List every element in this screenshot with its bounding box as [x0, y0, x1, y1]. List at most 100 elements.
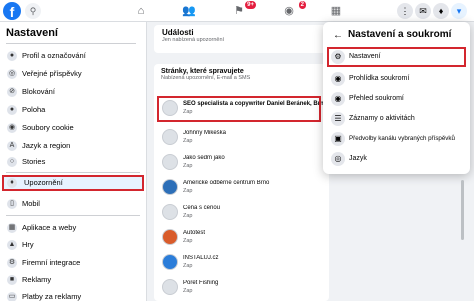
feed-icon: ▣ [331, 132, 345, 146]
sidebar-item-cookies[interactable]: ◉ Soubory cookie [2, 120, 144, 136]
language-icon: A [7, 141, 17, 151]
sidebar-item-location[interactable]: ● Poloha [2, 102, 144, 118]
page-avatar [162, 254, 178, 270]
page-avatar [162, 229, 178, 245]
pages-header: Stránky, které spravujete Nabízená upozo… [161, 68, 250, 81]
lock-icon: ◉ [331, 92, 345, 106]
sidebar-item-label: Firemní integrace [22, 258, 81, 267]
sidebar-item-ads[interactable]: ■ Reklamy [2, 272, 144, 288]
friends-icon[interactable]: 👥 [178, 3, 200, 19]
page-avatar [162, 179, 178, 195]
gaming-icon[interactable]: ▦ [325, 3, 347, 19]
page-name: Autotest [183, 230, 206, 236]
menu-item-label: Záznamy o aktivitách [349, 115, 415, 122]
settings-sidebar: Nastavení ● Profil a označování ◎ Veřejné … [0, 22, 147, 301]
sidebar-item-label: Hry [22, 240, 34, 249]
mobile-icon: ▯ [7, 199, 17, 209]
pages-title: Stránky, které spravujete [161, 68, 244, 75]
flag-icon[interactable]: ⚑ 9+ [228, 1, 256, 19]
menu-item-label: Přehled soukromí [349, 95, 404, 102]
messenger-icon[interactable]: ✉ [415, 3, 431, 19]
menu-item-label: Jazyk [349, 155, 367, 162]
stories-icon: ○ [7, 157, 17, 167]
dropdown-title: Nastavení a soukromí [348, 29, 452, 40]
menu-item-activity-log[interactable]: ☰ Záznamy o aktivitách [327, 109, 466, 129]
sidebar-title: Nastavení [6, 27, 58, 39]
sidebar-item-label: Platby za reklamy [22, 292, 82, 301]
sidebar-item-profile-tagging[interactable]: ● Profil a označování [2, 48, 144, 64]
sidebar-item-notifications[interactable]: ♦ Upozornění [2, 175, 144, 191]
page-status: Zap [183, 288, 193, 294]
pages-subtitle: Nabízená upozornění, E-mail a SMS [161, 75, 251, 81]
notifications-icon[interactable]: ♦ [433, 3, 449, 19]
home-icon[interactable]: ⌂ [130, 3, 152, 19]
page-row[interactable]: Poret Fishing Zap [162, 278, 332, 296]
sidebar-item-label: Reklamy [22, 275, 52, 284]
menu-item-settings[interactable]: ⚙ Nastavení [327, 47, 466, 67]
sidebar-item-label: Soubory cookie [22, 123, 74, 132]
gear-icon: ⚙ [331, 50, 345, 64]
groups-icon[interactable]: ◉ 2 [278, 1, 306, 19]
menu-item-label: Prohlídka soukromí [349, 75, 410, 82]
page-avatar [162, 154, 178, 170]
ads-icon: ■ [7, 275, 17, 285]
page-status: Zap [183, 188, 193, 194]
page-name: Poret Fishing [183, 280, 219, 286]
sidebar-item-label: Aplikace a weby [22, 223, 77, 232]
page-status: Zap [183, 263, 193, 269]
sidebar-item-label: Blokování [22, 87, 55, 96]
sidebar-item-label: Poloha [22, 105, 46, 114]
lock-icon: ◉ [331, 72, 345, 86]
sidebar-divider [6, 43, 136, 44]
sidebar-item-public-posts[interactable]: ◎ Veřejné příspěvky [2, 66, 144, 82]
back-arrow-icon[interactable]: ← [333, 30, 343, 41]
sidebar-item-label: Mobil [22, 199, 40, 208]
games-icon: ▲ [7, 240, 17, 250]
sidebar-item-blocking[interactable]: ⊘ Blokování [2, 84, 144, 100]
page-status: Zap [183, 238, 193, 244]
page-row[interactable]: Jako sedm jako Zap [162, 153, 332, 171]
location-icon: ● [7, 105, 17, 115]
settings-privacy-dropdown: ← Nastavení a soukromí ⚙ Nastavení ◉ Prohl… [323, 22, 470, 174]
sidebar-item-language-region[interactable]: A Jazyk a region [2, 138, 144, 154]
top-navigation-bar: f ⚲ ⌂ 👥 ⚑ 9+ ◉ 2 ▦ ⋮ ✉ ♦ ▾ [0, 0, 474, 22]
sidebar-divider [6, 172, 140, 173]
sidebar-item-apps-websites[interactable]: ▦ Aplikace a weby [2, 220, 144, 236]
sidebar-item-ad-payments[interactable]: ▭ Platby za reklamy [2, 289, 144, 301]
cookie-icon: ◉ [7, 123, 17, 133]
page-row[interactable]: Johnny Mikeška Zap [162, 128, 332, 146]
page-name: Johnny Mikeška [183, 130, 227, 136]
page-status: Zap [183, 213, 193, 219]
events-subtitle: Jen nabízená upozornění [162, 37, 225, 43]
sidebar-item-label: Jazyk a region [22, 141, 71, 150]
menu-item-language[interactable]: ◎ Jazyk [327, 149, 466, 169]
menu-item-privacy-checkup[interactable]: ◉ Prohlídka soukromí [327, 69, 466, 89]
sidebar-item-mobile[interactable]: ▯ Mobil [2, 196, 144, 212]
page-row[interactable]: Cena s cenou Zap [162, 203, 332, 221]
page-scrollbar[interactable] [461, 180, 464, 240]
block-icon: ⊘ [7, 87, 17, 97]
menu-grid-icon[interactable]: ⋮ [397, 3, 413, 19]
menu-item-label: Nastavení [349, 53, 381, 60]
sidebar-item-stories[interactable]: ○ Stories [2, 154, 144, 170]
sidebar-item-label: Upozornění [24, 178, 63, 187]
page-avatar [162, 129, 178, 145]
page-row[interactable]: INSTALUJ.cz Zap [162, 253, 332, 271]
account-menu-icon[interactable]: ▾ [451, 3, 467, 19]
events-card[interactable]: Události Jen nabízená upozornění [154, 25, 329, 53]
bell-icon: ♦ [7, 178, 17, 188]
flag-badge: 9+ [245, 1, 256, 9]
page-row[interactable]: Autotest Zap [162, 228, 332, 246]
page-name: Jako sedm jako [183, 155, 225, 161]
payment-icon: ▭ [7, 292, 17, 301]
search-icon[interactable]: ⚲ [25, 3, 41, 19]
page-row[interactable]: Americké odběrné centrum Brno Zap [162, 178, 332, 196]
menu-item-feed-preferences[interactable]: ▣ Předvolby kanálu vybraných příspěvků [327, 129, 466, 149]
sidebar-item-business-integrations[interactable]: ⚙ Firemní integrace [2, 255, 144, 271]
sidebar-divider [6, 215, 140, 216]
menu-item-privacy-shortcuts[interactable]: ◉ Přehled soukromí [327, 89, 466, 109]
page-name: INSTALUJ.cz [183, 255, 219, 261]
sidebar-item-games[interactable]: ▲ Hry [2, 237, 144, 253]
integration-icon: ⚙ [7, 258, 17, 268]
facebook-logo[interactable]: f [3, 2, 21, 20]
